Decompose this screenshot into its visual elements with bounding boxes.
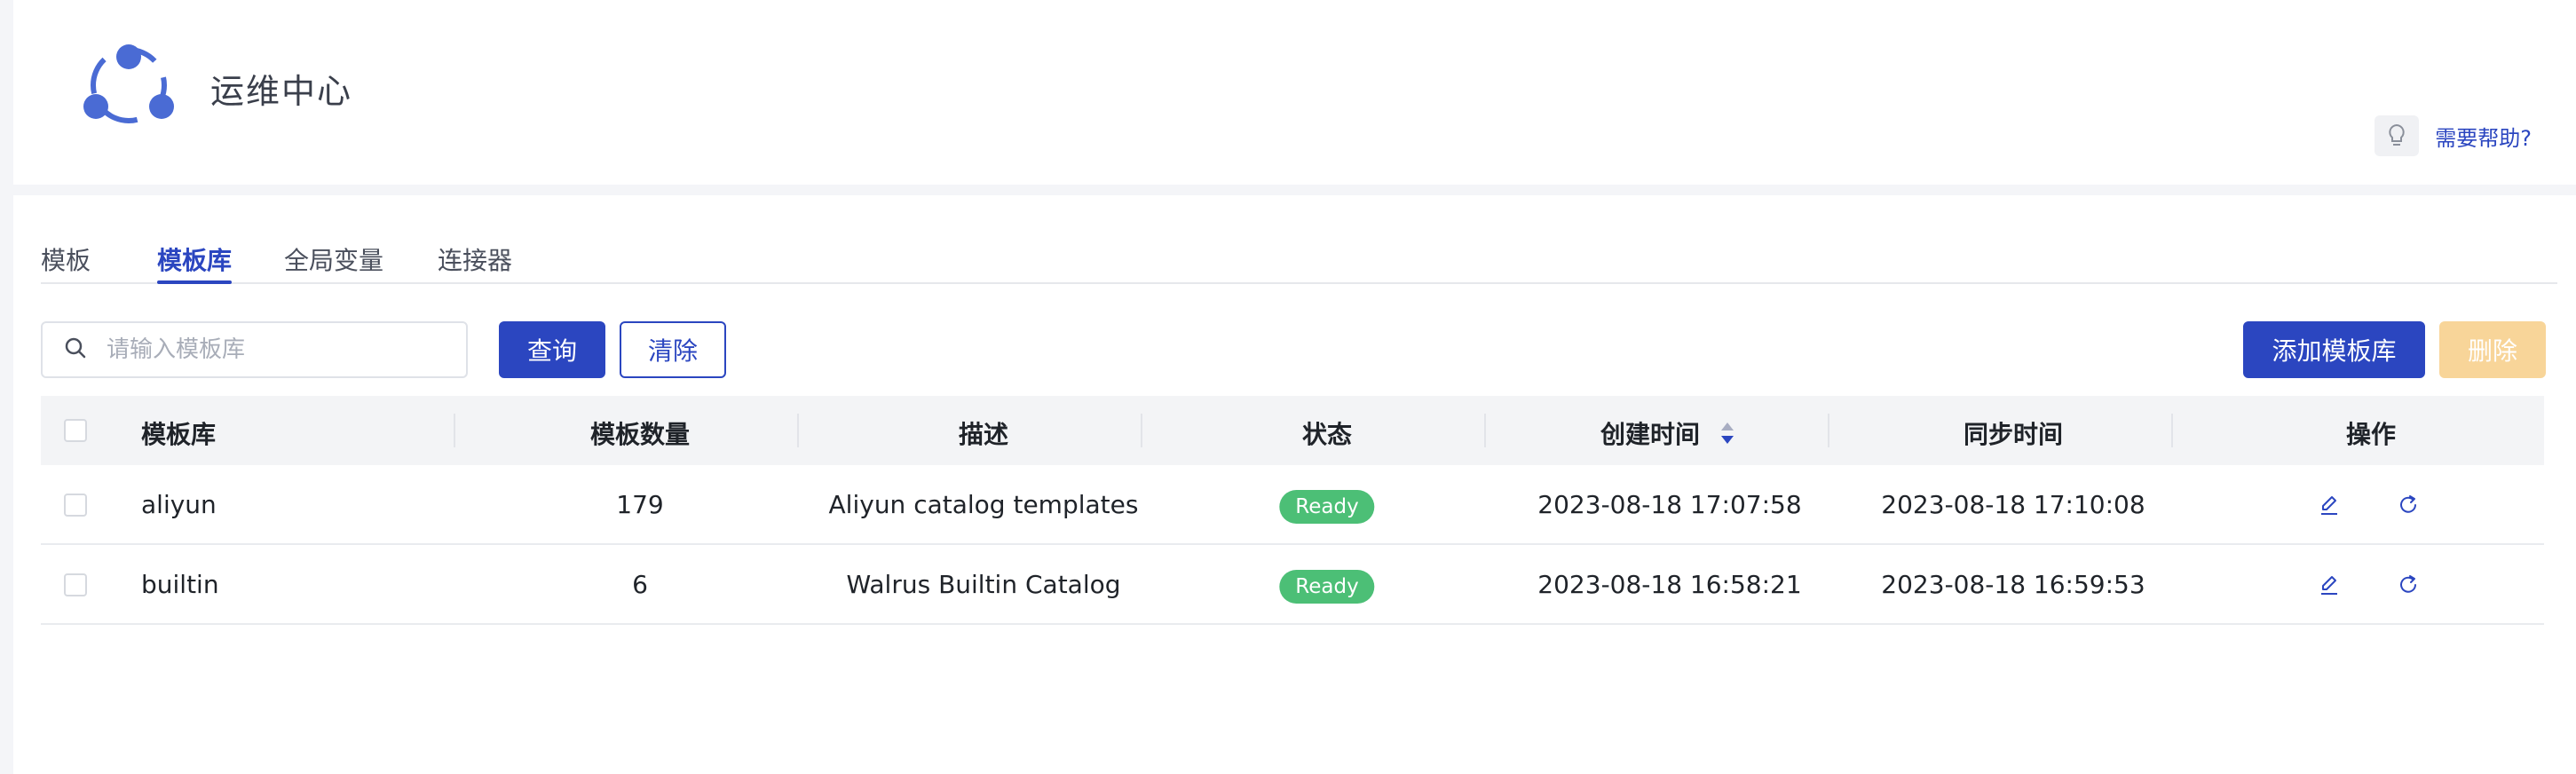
refresh-icon[interactable] [2395,572,2422,598]
column-divider [1484,414,1486,447]
lightbulb-icon [2375,115,2420,156]
query-button[interactable]: 查询 [499,321,605,378]
cell-description: Walrus Builtin Catalog [846,570,1121,599]
cell-description: Aliyun catalog templates [828,490,1139,519]
tab-connectors[interactable]: 连接器 [438,241,512,284]
tab-bar: 模板 模板库 全局变量 连接器 [41,241,2557,284]
cell-synced: 2023-08-18 17:10:08 [1881,490,2145,519]
edit-icon[interactable] [2316,492,2343,518]
cell-created: 2023-08-18 17:07:58 [1537,490,1802,519]
header-actions: 操作 [2345,420,2397,449]
search-box[interactable] [41,321,468,378]
clear-button[interactable]: 清除 [620,321,726,378]
table-row: builtin 6 Walrus Builtin Catalog Ready 2… [41,545,2544,625]
header-synced: 同步时间 [1963,420,2064,449]
row-checkbox[interactable] [64,573,87,596]
page-header: 运维中心 需要帮助? [13,0,2576,185]
table-row: aliyun 179 Aliyun catalog templates Read… [41,465,2544,545]
cell-count: 179 [616,490,664,519]
table-header: 模板库 模板数量 描述 状态 创建时间 同步时间 操作 [41,396,2544,465]
select-all-checkbox[interactable] [64,419,87,442]
cell-synced: 2023-08-18 16:59:53 [1881,570,2145,599]
header-description: 描述 [958,420,1009,449]
header-name: 模板库 [141,420,217,449]
header-status: 状态 [1301,420,1353,449]
delete-button[interactable]: 删除 [2439,321,2546,378]
template-library-table: 模板库 模板数量 描述 状态 创建时间 同步时间 操作 aliyun 179 A… [41,396,2544,625]
status-badge: Ready [1279,570,1375,604]
edit-icon[interactable] [2316,572,2343,598]
help-label[interactable]: 需要帮助? [2435,121,2532,152]
tab-templates[interactable]: 模板 [41,241,91,284]
app-title: 运维中心 [210,72,353,111]
help-link[interactable]: 需要帮助? [2375,115,2532,156]
cell-name: builtin [141,570,219,599]
search-input[interactable] [107,336,444,363]
column-divider [2171,414,2173,447]
tab-global-variables[interactable]: 全局变量 [284,241,383,284]
tab-template-library[interactable]: 模板库 [157,241,232,284]
column-divider [1828,414,1829,447]
active-tab-indicator [157,280,232,284]
column-divider [1141,414,1142,447]
cell-count: 6 [632,570,648,599]
status-badge: Ready [1279,490,1375,524]
column-divider [454,414,455,447]
sort-icon[interactable] [1719,421,1735,452]
refresh-icon[interactable] [2395,492,2422,518]
logo-icon [62,36,195,135]
header-created[interactable]: 创建时间 [1600,415,1735,452]
search-icon [64,336,87,363]
column-divider [797,414,799,447]
header-count: 模板数量 [589,420,691,449]
cell-created: 2023-08-18 16:58:21 [1537,570,1802,599]
row-checkbox[interactable] [64,494,87,517]
add-template-library-button[interactable]: 添加模板库 [2243,321,2425,378]
main-content: 模板 模板库 全局变量 连接器 查询 清除 添加模板库 删除 模板库 模板数量 … [13,195,2576,774]
cell-name: aliyun [141,490,217,519]
header-created-label: 创建时间 [1600,420,1701,449]
